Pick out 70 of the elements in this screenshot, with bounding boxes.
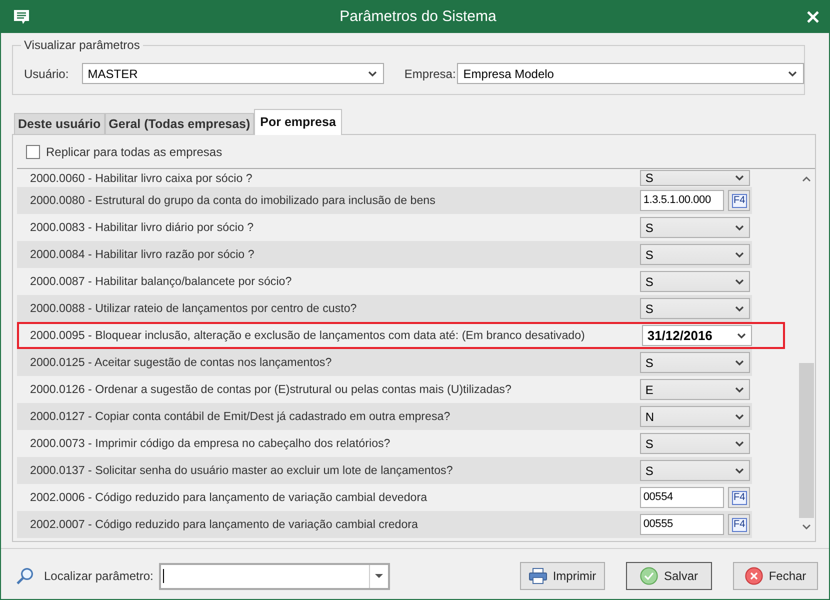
checkbox[interactable] — [26, 144, 40, 158]
printer-icon — [528, 568, 547, 584]
user-label: Usuário: — [24, 66, 70, 80]
chevron-down-icon — [737, 332, 746, 338]
dropdown-arrow-icon — [375, 574, 384, 578]
chevron-down-icon — [368, 70, 378, 76]
user-select[interactable]: MASTER — [82, 63, 384, 84]
checkbox-label: Replicar para todas as empresas — [46, 144, 222, 158]
save-button[interactable]: Salvar — [626, 562, 712, 590]
chevron-down-icon — [735, 414, 744, 420]
parameter-label: 2000.0127 - Copiar conta contábil de Emit/Dest já cadastrado em outra empresa? — [30, 410, 452, 423]
search-combo-box[interactable] — [159, 562, 390, 590]
value-select[interactable]: S — [640, 352, 750, 373]
parameter-label: 2000.0073 - Imprimir código da empresa no cabeçalho dos relatórios? — [30, 437, 392, 450]
message-icon — [14, 10, 29, 24]
chevron-down-icon — [788, 70, 797, 76]
value-select[interactable]: N — [640, 406, 750, 427]
close-circle-icon — [744, 567, 763, 585]
input-field[interactable]: 1.3.5.1.00.000 — [640, 190, 724, 211]
chevron-down-icon — [735, 360, 744, 366]
chevron-down-icon — [735, 278, 744, 284]
input-field[interactable]: 00555 — [640, 514, 724, 535]
search-label: Localizar parâmetro: — [44, 569, 154, 583]
value-select[interactable]: S — [640, 433, 750, 454]
parameter-label: 2000.0095 - Bloquear inclusão, alteração e exclusão de lançamentos com data até: (Em branco desativado) — [30, 329, 586, 342]
parameter-label: 2002.0006 - Código reduzido para lançamento de variação cambial devedora — [30, 491, 428, 504]
value-select[interactable]: S — [640, 460, 750, 481]
chevron-down-icon — [735, 252, 744, 258]
value-select[interactable]: S — [640, 244, 750, 265]
company-label: Empresa: — [404, 66, 457, 80]
close-button[interactable]: Fechar — [733, 562, 818, 590]
chevron-down-icon — [735, 306, 744, 312]
parameter-label: 2000.0137 - Solicitar senha do usuário master ao excluir um lote de lançamentos? — [30, 464, 454, 477]
parameter-label: 2000.0125 - Aceitar sugestão de contas nos lançamentos? — [30, 356, 333, 369]
lookup-button[interactable]: F4 — [728, 514, 750, 535]
search-icon — [16, 567, 34, 585]
tab[interactable]: Deste usuário — [14, 113, 105, 134]
chevron-down-icon — [735, 175, 744, 181]
parameter-label: 2000.0080 - Estrutural do grupo da conta do imobilizado para inclusão de bens — [30, 194, 436, 207]
value-select[interactable]: E — [640, 379, 750, 400]
parameter-label: 2000.0084 - Habilitar livro razão por sócio ? — [30, 248, 256, 261]
group-legend: Visualizar parâmetros — [21, 38, 143, 52]
value-select[interactable]: S — [640, 170, 750, 186]
window-title: Parâmetros do Sistema — [338, 8, 498, 25]
parameter-label: 2000.0083 - Habilitar livro diário por sócio ? — [30, 221, 255, 234]
value-select[interactable]: S — [640, 271, 750, 292]
chevron-down-icon — [735, 386, 744, 392]
scroll-up-icon[interactable] — [802, 176, 812, 182]
close-icon[interactable] — [807, 10, 819, 22]
lookup-button[interactable]: F4 — [728, 487, 750, 508]
lookup-button[interactable]: F4 — [728, 190, 750, 211]
tab[interactable]: Geral (Todas empresas) — [104, 113, 254, 134]
parameter-label: 2000.0087 - Habilitar balanço/balancete por sócio? — [30, 275, 293, 288]
value-select[interactable]: S — [640, 298, 750, 319]
input-field[interactable]: 00554 — [640, 487, 724, 508]
parameter-label: 2000.0126 - Ordenar a sugestão de contas por (E)strutural ou pelas contas mais (U)tilizadas? — [30, 383, 512, 396]
parameter-label: 2000.0060 - Habilitar livro caixa por sócio ? — [30, 172, 254, 184]
print-button[interactable]: Imprimir — [520, 562, 605, 590]
date-field[interactable]: 31/12/2016 — [642, 325, 752, 346]
check-circle-icon — [640, 567, 658, 585]
tab[interactable]: Por empresa — [254, 109, 342, 135]
parameter-label: 2002.0007 - Código reduzido para lançamento de variação cambial credora — [30, 518, 419, 531]
chevron-down-icon — [735, 440, 744, 446]
parameter-label: 2000.0088 - Utilizar rateio de lançamentos por centro de custo? — [30, 302, 358, 315]
scrollbar-thumb[interactable] — [799, 363, 814, 518]
scroll-down-icon[interactable] — [802, 524, 812, 530]
chevron-down-icon — [735, 468, 744, 474]
value-select[interactable]: S — [640, 217, 750, 238]
company-select[interactable]: Empresa Modelo — [457, 63, 804, 84]
chevron-down-icon — [735, 224, 744, 230]
